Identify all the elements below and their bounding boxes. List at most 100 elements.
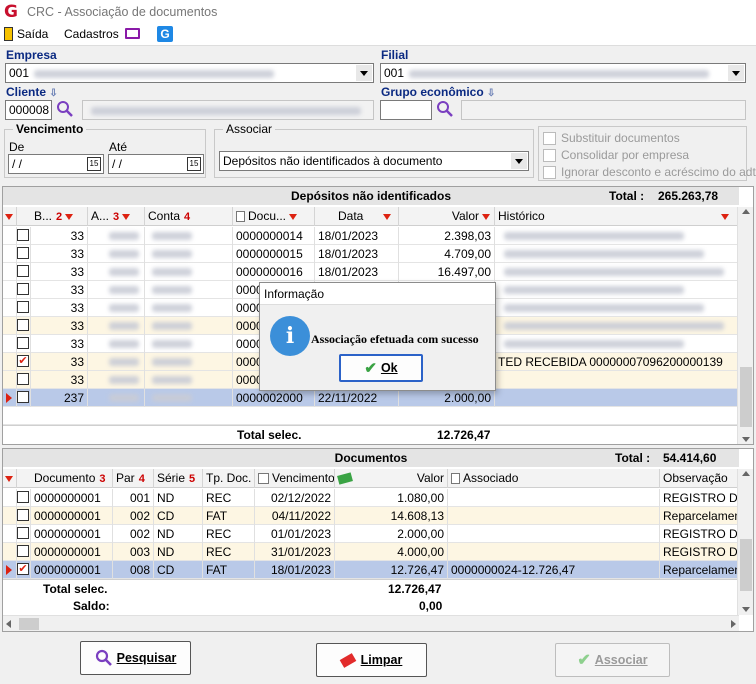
table-row[interactable]: 237 0000002000 22/11/2022 2.000,00 — [3, 389, 739, 407]
documentos-scrollbar[interactable] — [737, 469, 753, 615]
obs-cell: REGISTRO DE — [660, 489, 739, 507]
grupo-name-field — [461, 100, 746, 120]
serie-cell: ND — [154, 525, 203, 543]
agencia-cell — [88, 335, 145, 353]
limpar-button[interactable]: Limpar — [316, 643, 427, 677]
filial-select[interactable]: 001 — [380, 63, 746, 83]
grupo-search-icon[interactable] — [436, 100, 456, 120]
table-row[interactable]: 0000000001 002 CD FAT 04/11/2022 14.608,13 Rep… — [3, 507, 739, 525]
register-menu[interactable]: Cadastros — [64, 27, 119, 41]
documentos-hscrollbar[interactable] — [3, 615, 739, 631]
conta-cell — [145, 389, 233, 407]
empresa-select[interactable]: 001 — [5, 63, 374, 83]
doc-cell: 0000000001 — [31, 507, 113, 525]
row-checkbox[interactable] — [17, 543, 31, 561]
table-row[interactable]: 33 0000000015 18/01/2023 4.709,00 — [3, 245, 739, 263]
table-row[interactable]: 33 0000000014 18/01/2023 2.398,03 — [3, 227, 739, 245]
valor-cell: 2.000,00 — [399, 389, 495, 407]
col-vencimento[interactable]: Vencimento — [255, 469, 335, 488]
ok-button[interactable]: ✔ Ok — [339, 354, 423, 382]
row-checkbox[interactable] — [17, 227, 31, 245]
substituir-checkbox[interactable]: Substituir documentos — [543, 131, 680, 145]
conta-cell — [145, 335, 233, 353]
row-checkbox[interactable]: ✔ — [17, 561, 31, 579]
depositos-total-value: 265.263,78 — [658, 189, 719, 203]
pesquisar-button[interactable]: Pesquisar — [80, 641, 191, 675]
b-cell: 33 — [31, 335, 88, 353]
row-checkbox[interactable] — [17, 389, 31, 407]
col-agencia[interactable]: A... 3 — [88, 207, 145, 226]
col-banco[interactable]: B... 2 — [31, 207, 88, 226]
col-observacao[interactable]: Observação — [660, 469, 739, 488]
documentos-header: Documento 3 Par 4 Série 5 Tp. Doc. Vencimen… — [3, 469, 739, 488]
row-checkbox[interactable] — [17, 335, 31, 353]
row-checkbox[interactable] — [17, 299, 31, 317]
valor-cell: 4.000,00 — [335, 543, 448, 561]
table-row[interactable]: ✔ 0000000001 008 CD FAT 18/01/2023 12.726,47 00… — [3, 561, 739, 579]
info-icon: i — [270, 316, 310, 356]
g-logo-icon[interactable]: G — [157, 26, 173, 42]
monitor-icon[interactable] — [125, 28, 140, 39]
chevron-down-icon[interactable] — [356, 65, 372, 81]
col-serie[interactable]: Série 5 — [154, 469, 203, 488]
row-indicator — [3, 245, 17, 263]
table-row[interactable]: 33 0000000016 18/01/2023 16.497,00 — [3, 263, 739, 281]
agencia-cell — [88, 389, 145, 407]
consolidar-checkbox[interactable]: Consolidar por empresa — [543, 148, 689, 162]
ate-date-input[interactable]: / / 15 — [108, 154, 204, 174]
row-checkbox[interactable] — [17, 263, 31, 281]
money-icon — [337, 472, 353, 485]
col-historico[interactable]: Histórico — [495, 207, 731, 226]
col-associado[interactable]: Associado — [448, 469, 660, 488]
row-checkbox[interactable] — [17, 281, 31, 299]
row-checkbox[interactable] — [17, 317, 31, 335]
row-checkbox[interactable] — [17, 371, 31, 389]
col-tipo-doc[interactable]: Tp. Doc. — [203, 469, 255, 488]
calendar-icon[interactable]: 15 — [187, 157, 201, 171]
de-date-input[interactable]: / / 15 — [8, 154, 104, 174]
exit-menu[interactable]: Saída — [4, 27, 48, 41]
cliente-search-icon[interactable] — [56, 100, 76, 120]
check-icon: ✔ — [577, 652, 591, 669]
chevron-down-icon[interactable] — [511, 153, 527, 169]
col-conta[interactable]: Conta 4 — [145, 207, 233, 226]
row-checkbox[interactable] — [17, 489, 31, 507]
par-cell: 001 — [113, 489, 154, 507]
ignorar-checkbox[interactable]: Ignorar desconto e acréscimo do adto — [543, 165, 756, 179]
assoc-cell — [448, 507, 660, 525]
table-row[interactable]: 0000000001 003 ND REC 31/01/2023 4.000,00 REGI… — [3, 543, 739, 561]
document-icon — [451, 473, 460, 484]
depositos-scrollbar[interactable] — [737, 207, 753, 444]
window-title: CRC - Associação de documentos — [27, 5, 218, 19]
row-checkbox[interactable] — [17, 525, 31, 543]
document-icon — [236, 211, 245, 222]
col-documento[interactable]: Docu... — [233, 207, 315, 226]
table-row[interactable]: 0000000001 002 ND REC 01/01/2023 2.000,00 REGI… — [3, 525, 739, 543]
cliente-code-input[interactable]: 000008 — [5, 100, 52, 120]
documentos-total-row: Total selec. 12.726,47 — [3, 579, 739, 597]
row-indicator — [3, 227, 17, 245]
associar-select[interactable]: Depósitos não identificados à documento — [219, 151, 529, 171]
associar-button[interactable]: ✔ Associar — [555, 643, 670, 677]
col-parcela[interactable]: Par 4 — [113, 469, 154, 488]
row-checkbox[interactable] — [17, 245, 31, 263]
table-row[interactable]: 0000000001 001 ND REC 02/12/2022 1.080,00 REGI… — [3, 489, 739, 507]
calendar-icon[interactable]: 15 — [87, 157, 101, 171]
row-checkbox[interactable]: ✔ — [17, 353, 31, 371]
data-cell: 18/01/2023 — [315, 245, 399, 263]
row-indicator — [3, 335, 17, 353]
dialog-title: Informação — [264, 287, 325, 301]
col-data[interactable]: Data — [315, 207, 399, 226]
saldo-label: Saldo: — [73, 599, 110, 613]
doc-cell: 0000000014 — [233, 227, 315, 245]
grupo-code-input[interactable] — [380, 100, 432, 120]
col-valor[interactable]: Valor — [399, 207, 495, 226]
dialog-message: Associação efetuada com sucesso — [311, 332, 479, 346]
agencia-cell — [88, 245, 145, 263]
serie-cell: CD — [154, 561, 203, 579]
col-documento[interactable]: Documento 3 — [31, 469, 113, 488]
chevron-down-icon[interactable] — [728, 65, 744, 81]
assoc-cell: 0000000024-12.726,47 — [448, 561, 660, 579]
row-checkbox[interactable] — [17, 507, 31, 525]
col-valor[interactable]: Valor — [335, 469, 448, 488]
